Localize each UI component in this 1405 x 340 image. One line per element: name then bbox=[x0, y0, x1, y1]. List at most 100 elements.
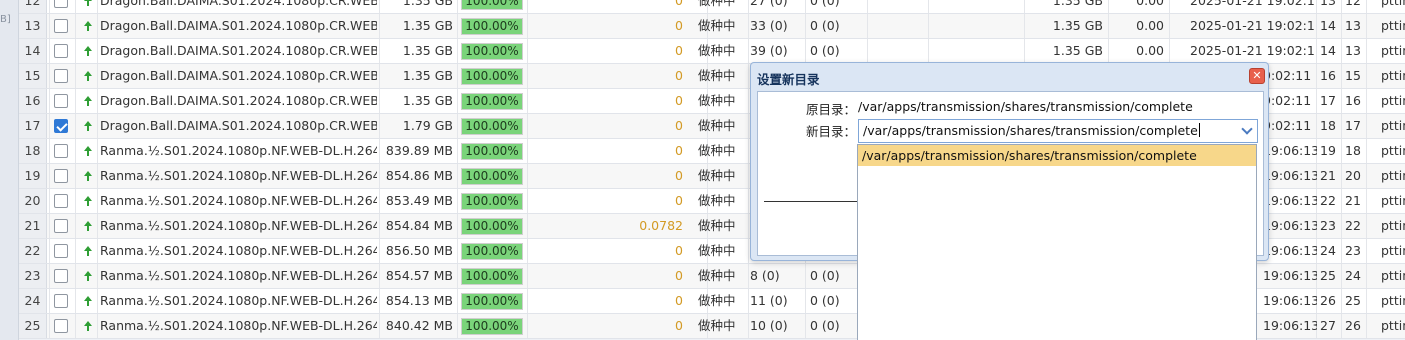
column-divider bbox=[527, 264, 528, 288]
row-checkbox-cell[interactable] bbox=[51, 64, 71, 88]
table-row[interactable]: 12 Dragon.Ball.DAIMA.S01.2024.1080p.CR.WE… bbox=[19, 0, 1405, 14]
row-checkbox-cell[interactable] bbox=[51, 0, 71, 13]
column-divider bbox=[457, 189, 458, 213]
row-checkbox-cell[interactable] bbox=[51, 264, 71, 288]
table-row[interactable]: 14 Dragon.Ball.DAIMA.S01.2024.1080p.CR.WE… bbox=[19, 39, 1405, 64]
column-divider bbox=[75, 314, 76, 338]
table-row[interactable]: 13 Dragon.Ball.DAIMA.S01.2024.1080p.CR.WE… bbox=[19, 14, 1405, 39]
row-checkbox[interactable] bbox=[54, 119, 68, 133]
row-checkbox[interactable] bbox=[54, 0, 68, 8]
id-number: 13 bbox=[1345, 18, 1361, 33]
progress-bar: 100.00% bbox=[461, 318, 523, 335]
torrent-name[interactable]: Ranma.½.S01.2024.1080p.NF.WEB-DL.H.264.A… bbox=[100, 239, 377, 263]
torrent-name[interactable]: Dragon.Ball.DAIMA.S01.2024.1080p.CR.WEB-… bbox=[100, 39, 377, 63]
upload-arrow-icon bbox=[81, 189, 95, 213]
row-checkbox[interactable] bbox=[54, 269, 68, 283]
torrent-size: 1.35 GB bbox=[402, 18, 453, 33]
row-checkbox-cell[interactable] bbox=[51, 114, 71, 138]
row-checkbox[interactable] bbox=[54, 319, 68, 333]
row-checkbox[interactable] bbox=[54, 169, 68, 183]
torrent-name[interactable]: Ranma.½.S01.2024.1080p.NF.WEB-DL.H.264.D… bbox=[100, 314, 377, 338]
queue-number: 24 bbox=[1320, 243, 1336, 258]
torrent-name[interactable]: Dragon.Ball.DAIMA.S01.2024.1080p.CR.WEB-… bbox=[100, 0, 377, 13]
row-checkbox[interactable] bbox=[54, 69, 68, 83]
divider bbox=[764, 201, 859, 202]
torrent-status: 做种中 bbox=[698, 168, 736, 183]
progress-text: 100.00% bbox=[465, 269, 519, 283]
column-divider bbox=[527, 164, 528, 188]
torrent-name[interactable]: Ranma.½.S01.2024.1080p.NF.WEB-DL.H.264.A… bbox=[100, 189, 377, 213]
upload-rate: 0.00 bbox=[1136, 18, 1164, 33]
torrent-size: 839.89 MB bbox=[385, 143, 453, 158]
row-checkbox[interactable] bbox=[54, 94, 68, 108]
torrent-name[interactable]: Dragon.Ball.DAIMA.S01.2024.1080p.CR.WEB-… bbox=[100, 89, 377, 113]
column-divider bbox=[97, 114, 98, 138]
row-checkbox-cell[interactable] bbox=[51, 289, 71, 313]
column-divider bbox=[49, 89, 50, 113]
row-checkbox-cell[interactable] bbox=[51, 139, 71, 163]
queue-number: 26 bbox=[1320, 293, 1336, 308]
torrent-name[interactable]: Dragon.Ball.DAIMA.S01.2024.1080p.CR.WEB-… bbox=[100, 14, 377, 38]
added-time: 19:06:13 bbox=[1263, 318, 1317, 333]
row-checkbox-cell[interactable] bbox=[51, 14, 71, 38]
row-index: 21 bbox=[19, 214, 47, 238]
column-divider bbox=[75, 139, 76, 163]
torrent-size: 1.35 GB bbox=[402, 93, 453, 108]
row-checkbox-cell[interactable] bbox=[51, 89, 71, 113]
queue-number: 25 bbox=[1320, 268, 1336, 283]
column-divider bbox=[1366, 189, 1367, 213]
row-checkbox[interactable] bbox=[54, 194, 68, 208]
row-checkbox[interactable] bbox=[54, 244, 68, 258]
column-divider bbox=[49, 0, 50, 13]
chevron-down-icon[interactable] bbox=[1237, 120, 1257, 142]
torrent-size: 1.35 GB bbox=[402, 43, 453, 58]
torrent-name[interactable]: Dragon.Ball.DAIMA.S01.2024.1080p.CR.WEB-… bbox=[100, 114, 377, 138]
torrent-name[interactable]: Dragon.Ball.DAIMA.S01.2024.1080p.CR.WEB-… bbox=[100, 64, 377, 88]
row-checkbox[interactable] bbox=[54, 144, 68, 158]
column-divider bbox=[457, 64, 458, 88]
torrent-name[interactable]: Ranma.½.S01.2024.1080p.NF.WEB-DL.H.264.A… bbox=[100, 164, 377, 188]
row-index: 18 bbox=[19, 139, 47, 163]
row-checkbox-cell[interactable] bbox=[51, 314, 71, 338]
added-time: 9:02:11 bbox=[1263, 68, 1312, 83]
column-divider bbox=[1169, 0, 1170, 13]
torrent-name[interactable]: Ranma.½.S01.2024.1080p.NF.WEB-DL.H.264.A… bbox=[100, 214, 377, 238]
row-checkbox-cell[interactable] bbox=[51, 214, 71, 238]
column-divider bbox=[457, 214, 458, 238]
column-divider bbox=[75, 89, 76, 113]
row-checkbox-cell[interactable] bbox=[51, 39, 71, 63]
arrow-up-icon bbox=[84, 0, 92, 6]
column-divider bbox=[748, 0, 749, 13]
column-divider bbox=[97, 289, 98, 313]
row-checkbox-cell[interactable] bbox=[51, 189, 71, 213]
column-divider bbox=[1366, 14, 1367, 38]
new-dir-combobox[interactable]: /var/apps/transmission/shares/transmissi… bbox=[858, 119, 1258, 143]
row-checkbox-cell[interactable] bbox=[51, 239, 71, 263]
column-divider bbox=[928, 14, 929, 38]
column-divider bbox=[457, 89, 458, 113]
row-checkbox[interactable] bbox=[54, 294, 68, 308]
dropdown-option[interactable]: /var/apps/transmission/shares/transmissi… bbox=[858, 145, 1256, 166]
column-divider bbox=[75, 289, 76, 313]
row-index: 15 bbox=[19, 64, 47, 88]
close-icon[interactable]: ✕ bbox=[1249, 68, 1265, 84]
torrent-name[interactable]: Ranma.½.S01.2024.1080p.NF.WEB-DL.H.264.D… bbox=[100, 289, 377, 313]
column-divider bbox=[748, 239, 749, 263]
progress-text: 100.00% bbox=[465, 294, 519, 308]
new-dir-input[interactable]: /var/apps/transmission/shares/transmissi… bbox=[863, 123, 1200, 138]
progress-cell: 100.00% bbox=[460, 164, 524, 188]
column-divider bbox=[867, 39, 868, 63]
row-checkbox-cell[interactable] bbox=[51, 164, 71, 188]
torrent-name[interactable]: Ranma.½.S01.2024.1080p.NF.WEB-DL.H.264.A… bbox=[100, 264, 377, 288]
seeds-count: 11 (0) bbox=[750, 293, 788, 308]
row-checkbox[interactable] bbox=[54, 219, 68, 233]
row-checkbox[interactable] bbox=[54, 19, 68, 33]
progress-cell: 100.00% bbox=[460, 289, 524, 313]
row-checkbox[interactable] bbox=[54, 44, 68, 58]
column-divider bbox=[49, 164, 50, 188]
column-divider bbox=[748, 114, 749, 138]
torrent-name[interactable]: Ranma.½.S01.2024.1080p.NF.WEB-DL.H.264.A… bbox=[100, 139, 377, 163]
column-divider bbox=[49, 39, 50, 63]
column-divider bbox=[97, 0, 98, 13]
column-divider bbox=[928, 39, 929, 63]
